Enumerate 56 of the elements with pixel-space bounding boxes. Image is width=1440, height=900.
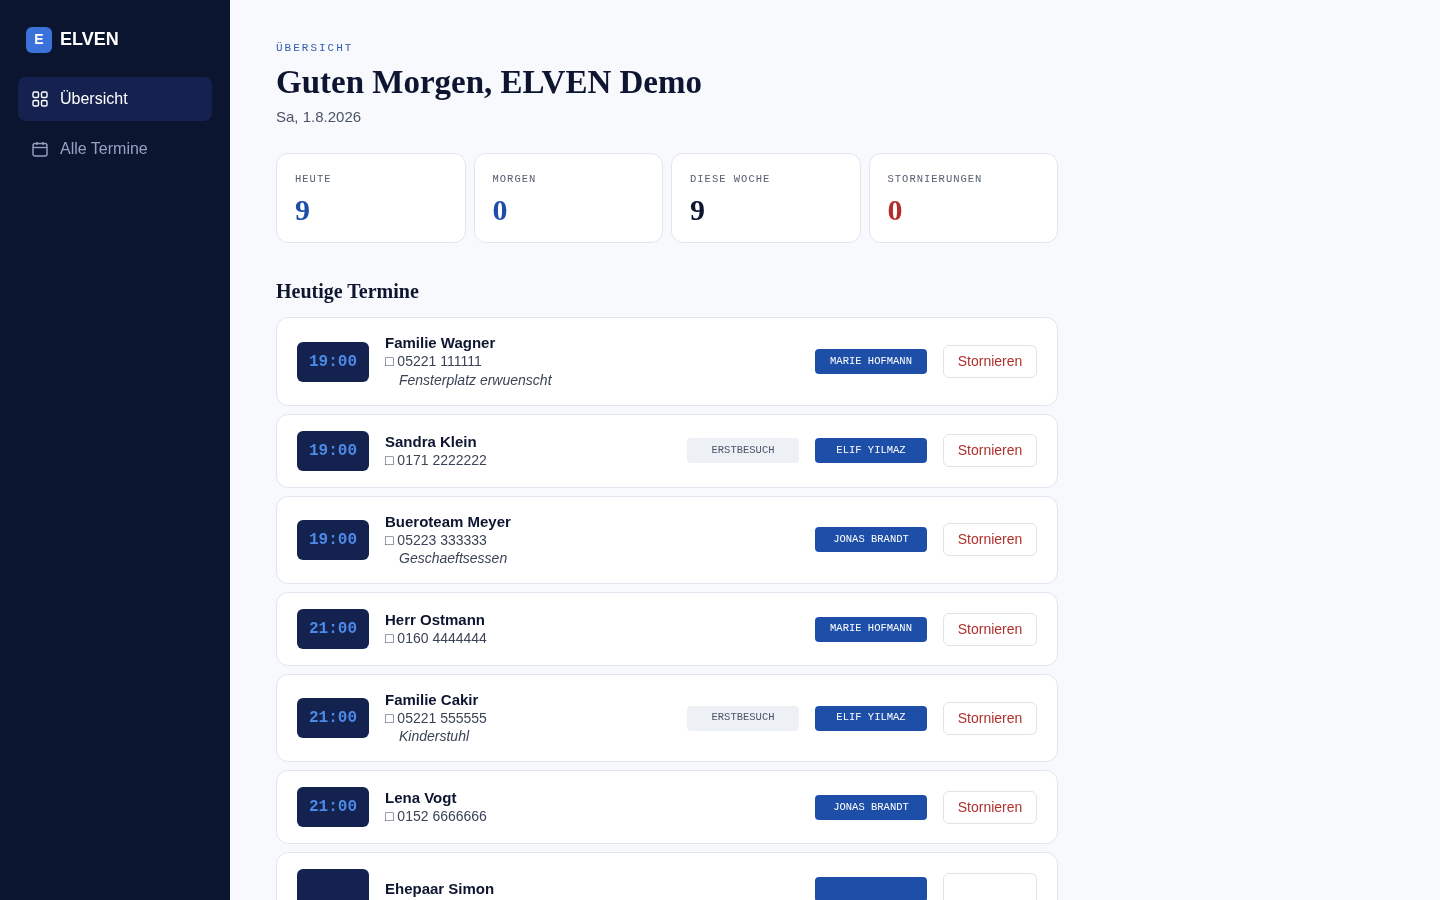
cancel-button[interactable]: Stornieren [943,434,1037,468]
cancel-button[interactable]: Stornieren [943,345,1037,379]
stat-value: 9 [690,193,706,227]
time-badge: 21:00 [297,609,369,650]
guest-name: Ehepaar Simon [385,880,496,899]
phone-text: □ 05221 555555 [385,709,488,728]
time-badge: 19:00 [297,341,369,382]
staff-badge: ELIF YILMAZ [815,705,927,731]
staff-badge: MARIE HOFMANN [815,349,927,375]
sidebar-item[interactable]: Übersicht [18,77,212,121]
guest-name: Bueroteam Meyer [385,512,512,531]
visit-tag: ERSTBESUCH [687,438,799,464]
page-title: Guten Morgen, ELVEN Demo [276,62,703,102]
stat-label: DIESE WOCHE [690,171,772,187]
sidebar-item[interactable]: Alle Termine [18,127,212,171]
cancel-button[interactable]: Stornieren [943,790,1037,824]
stat-label: STORNIERUNGEN [887,171,984,187]
staff-badge: ELIF YILMAZ [815,438,927,464]
guest-name: Familie Cakir [385,691,480,710]
grid-icon [32,91,48,107]
staff-badge: JONAS BRANDT [815,794,927,820]
time-badge: 21:00 [297,698,369,739]
cancel-button[interactable]: Stornieren [943,612,1037,646]
phone-text: □ 0160 4444444 [385,629,488,648]
phone-text: □ 05221 111111 [385,352,483,371]
date-text: Sa, 1.8.2026 [276,107,363,128]
time-badge: 19:00 [297,430,369,471]
phone-text: □ 05223 333333 [385,530,488,549]
note-text: Kinderstuhl [398,727,471,746]
stat-value: 9 [295,193,311,227]
staff-badge: MARIE HOFMANN [815,616,927,642]
guest-name: Sandra Klein [385,432,478,451]
section-title: Heutige Termine [276,279,420,304]
time-badge: 21:00 [297,787,369,828]
time-badge: 19:00 [297,519,369,560]
guest-name: Herr Ostmann [385,611,487,629]
logo-icon: E [26,26,52,53]
cancel-button[interactable]: Stornieren [943,701,1037,735]
staff-badge: JONAS BRANDT [815,527,927,553]
stat-value: 0 [887,193,904,227]
calendar-icon [32,141,48,157]
guest-name: Familie Wagner [385,334,497,353]
cancel-button[interactable] [943,872,1037,900]
note-text: Geschaeftsessen [398,548,509,568]
stat-label: HEUTE [295,171,333,187]
page-eyebrow: ÜBERSICHT [276,41,355,56]
brand-name: ELVEN [60,28,119,51]
guest-name: Lena Vogt [385,789,458,808]
phone-text: □ 0152 6666666 [385,807,488,826]
time-badge [297,869,369,900]
stat-value: 0 [492,193,509,227]
phone-text: □ 0171 2222222 [385,450,488,469]
stat-label: MORGEN [492,171,538,187]
note-text: Fensterplatz erwuenscht [398,370,553,389]
cancel-button[interactable]: Stornieren [943,523,1037,557]
visit-tag: ERSTBESUCH [687,705,799,731]
